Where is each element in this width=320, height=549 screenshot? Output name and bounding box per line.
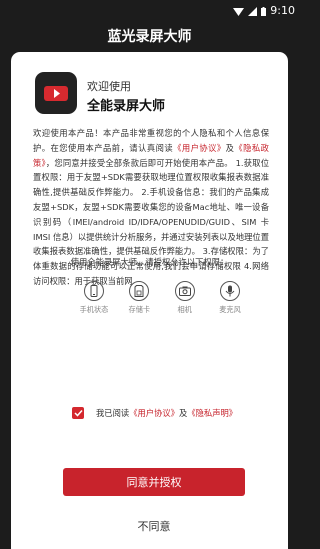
storage-icon [129, 281, 150, 301]
status-time: 9:10 [270, 4, 295, 17]
battery-icon [261, 6, 267, 16]
cellular-signal-icon [248, 6, 258, 16]
camera-icon [174, 281, 195, 301]
permission-label: 存储卡 [128, 305, 151, 314]
permission-label: 手机状态 [79, 305, 109, 314]
microphone-icon [219, 281, 240, 301]
status-bar: 9:10 [0, 0, 299, 22]
page-title: 蓝光录屏大师 [107, 29, 192, 45]
permissions-intro: 使用全能录屏大师，请授权允许以下权限： [70, 257, 229, 267]
consent-user-agreement-link[interactable]: 《用户协议》 [129, 408, 179, 418]
status-icons: 9:10 [233, 5, 295, 17]
consent-checkbox[interactable] [72, 407, 84, 419]
disagree-button[interactable]: 不同意 [63, 514, 245, 538]
permission-storage: 存储卡 [122, 281, 156, 315]
record-camera-icon [44, 86, 68, 101]
permission-label: 相机 [177, 305, 192, 314]
title-bar: 蓝光录屏大师 [0, 22, 299, 52]
user-agreement-link[interactable]: 《用户协议》 [173, 143, 226, 153]
app-name: 全能录屏大师 [87, 99, 166, 114]
permission-microphone: 麦克风 [213, 281, 247, 315]
consent-row: 我已阅读《用户协议》及《隐私声明》 [72, 407, 237, 419]
consent-privacy-statement-link[interactable]: 《隐私声明》 [187, 408, 237, 418]
permission-label: 麦克风 [219, 305, 241, 314]
permission-phone-state: 手机状态 [77, 281, 111, 315]
app-logo [35, 72, 77, 114]
agree-and-authorize-button[interactable]: 同意并授权 [63, 468, 245, 496]
consent-prefix: 我已阅读 [96, 408, 130, 418]
consent-text: 我已阅读《用户协议》及《隐私声明》 [96, 407, 237, 419]
checkmark-icon [73, 409, 83, 417]
welcome-label: 欢迎使用 [87, 80, 131, 93]
privacy-dialog: 欢迎使用 全能录屏大师 欢迎使用本产品！本产品非常重视您的个人隐私和个人信息保护… [11, 52, 288, 549]
phone-icon [84, 281, 104, 301]
wifi-icon [233, 7, 245, 16]
permission-camera: 相机 [168, 281, 202, 315]
permissions-list: 手机状态 存储卡 相机 麦克风 [77, 281, 247, 315]
